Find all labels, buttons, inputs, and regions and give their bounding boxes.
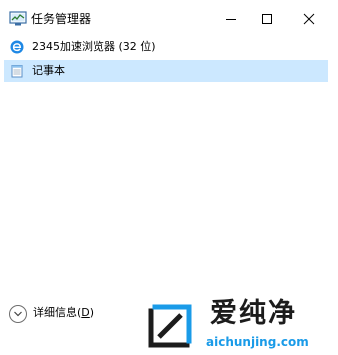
task-manager-icon — [9, 11, 27, 26]
details-text: 详细信息( — [33, 306, 82, 319]
browser-e-icon — [10, 40, 24, 54]
details-link[interactable]: 详细信息(D) — [33, 306, 94, 320]
details-accesskey: D — [81, 306, 90, 319]
list-item-label: 2345加速浏览器 (32 位) — [32, 40, 156, 53]
close-icon — [303, 13, 315, 25]
list-item-label: 记事本 — [32, 64, 65, 77]
maximize-button[interactable] — [249, 4, 285, 34]
list-item-notepad[interactable]: 记事本 — [4, 60, 328, 82]
watermark-text: 爱纯净 — [210, 298, 297, 329]
minimize-icon — [226, 19, 236, 20]
close-button[interactable] — [291, 4, 327, 34]
details-close-paren: ) — [89, 306, 95, 319]
list-item-browser[interactable]: 2345加速浏览器 (32 位) — [4, 36, 328, 58]
maximize-icon — [262, 14, 272, 24]
details-toggle-button[interactable] — [9, 305, 27, 323]
task-manager-window: 任务管理器 2345加速浏览器 (32 位) 记事本 详细信息(D) 爱纯净 a… — [0, 0, 330, 355]
minimize-button[interactable] — [213, 4, 249, 34]
notepad-icon — [11, 65, 23, 78]
title-bar[interactable]: 任务管理器 — [0, 0, 330, 38]
window-title: 任务管理器 — [31, 12, 92, 26]
watermark-logo-icon — [148, 304, 192, 348]
chevron-down-icon — [14, 311, 22, 317]
watermark-url: aichunjing.com — [206, 335, 309, 349]
